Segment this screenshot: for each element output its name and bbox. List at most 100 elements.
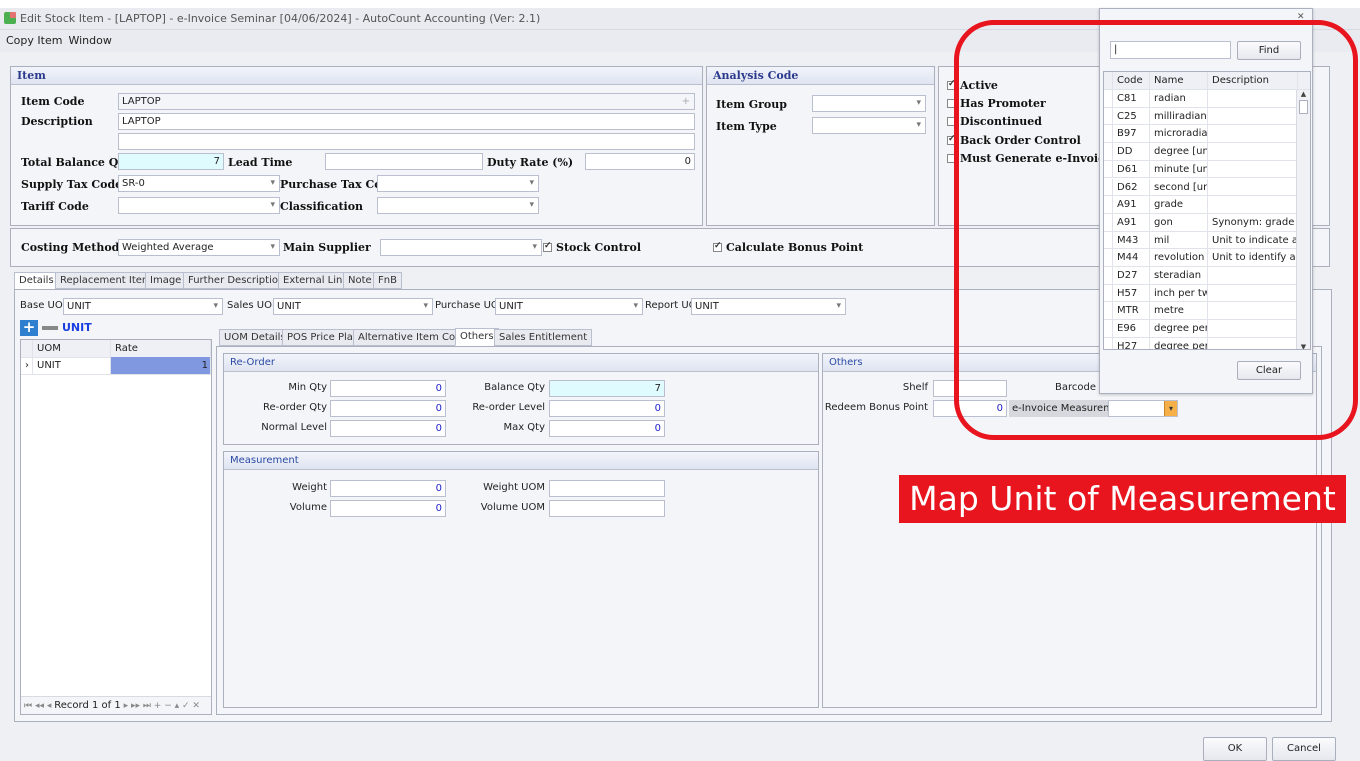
total-balance-qty-field[interactable]: 7	[118, 153, 224, 170]
max-qty-label: Max Qty	[503, 422, 545, 433]
volume-field[interactable]: 0	[330, 500, 446, 517]
purchase-uom-dropdown[interactable]: UNIT	[495, 298, 643, 315]
analysis-code-panel: Analysis Code Item Group Item Type	[706, 66, 935, 226]
nav-next-last-icons[interactable]: ▸ ▸▸ ⏭ + − ▴ ✓ ✕	[121, 701, 200, 711]
volume-uom-label: Volume UOM	[480, 502, 545, 513]
weight-field[interactable]: 0	[330, 480, 446, 497]
item-group-dropdown[interactable]	[812, 95, 926, 112]
calculate-bonus-point-option[interactable]: Calculate Bonus Point	[713, 241, 863, 254]
menu-window[interactable]: Window	[68, 34, 111, 47]
item-type-label: Item Type	[716, 120, 777, 133]
subtab-uom-details[interactable]: UOM Details	[219, 329, 291, 346]
shelf-label: Shelf	[902, 382, 928, 393]
calculate-bonus-point-checkbox[interactable]	[713, 241, 722, 252]
description-field[interactable]: LAPTOP	[118, 113, 695, 130]
current-uom-label: UNIT	[62, 321, 92, 334]
reorder-level-label: Re-order Level	[472, 402, 545, 413]
reorder-level-field[interactable]: 0	[549, 400, 665, 417]
base-uom-dropdown[interactable]: UNIT	[63, 298, 223, 315]
measurement-panel: Measurement Weight 0 Weight UOM Volume 0…	[223, 451, 819, 708]
measurement-title: Measurement	[224, 452, 818, 470]
analysis-code-title: Analysis Code	[707, 67, 934, 85]
stock-control-option[interactable]: Stock Control	[543, 241, 641, 254]
menu-copy-item[interactable]: Copy Item	[6, 34, 62, 47]
min-qty-label: Min Qty	[288, 382, 327, 393]
reorder-panel: Re-Order Min Qty 0 Balance Qty 7 Re-orde…	[223, 353, 819, 445]
tab-fnb[interactable]: FnB	[373, 272, 402, 289]
description-2-field[interactable]	[118, 133, 695, 150]
min-qty-field[interactable]: 0	[330, 380, 446, 397]
supply-tax-code-label: Supply Tax Code	[21, 178, 123, 191]
duty-rate-label: Duty Rate (%)	[487, 156, 574, 169]
sales-uom-dropdown[interactable]: UNIT	[273, 298, 433, 315]
normal-level-field[interactable]: 0	[330, 420, 446, 437]
volume-label: Volume	[289, 502, 327, 513]
balance-qty-field[interactable]: 7	[549, 380, 665, 397]
tab-details[interactable]: Details	[14, 272, 59, 290]
duty-rate-field[interactable]: 0	[585, 153, 695, 170]
ok-button[interactable]: OK	[1203, 737, 1267, 761]
calculate-bonus-point-label: Calculate Bonus Point	[726, 241, 864, 254]
reorder-title: Re-Order	[224, 354, 818, 372]
tab-further-description[interactable]: Further Description	[183, 272, 290, 289]
subtab-pos-price-plan[interactable]: POS Price Plan	[282, 329, 365, 346]
row-selector-header	[21, 340, 33, 357]
subtab-others[interactable]: Others	[455, 328, 499, 346]
lead-time-label: Lead Time	[228, 156, 293, 169]
plus-icon[interactable]: +	[682, 94, 690, 109]
edit-stock-item-window: Edit Stock Item - [LAPTOP] - e-Invoice S…	[0, 8, 1360, 761]
table-row[interactable]: › UNIT 1	[21, 357, 211, 375]
lead-time-field[interactable]	[325, 153, 483, 170]
weight-uom-field[interactable]	[549, 480, 665, 497]
supply-tax-code-dropdown[interactable]: SR-0	[118, 175, 280, 192]
item-type-dropdown[interactable]	[812, 117, 926, 134]
classification-label: Classification	[280, 200, 364, 213]
item-group-label: Item Group	[716, 98, 787, 111]
remove-uom-icon[interactable]	[42, 326, 58, 330]
report-uom-dropdown[interactable]: UNIT	[691, 298, 846, 315]
rate-column-header[interactable]: Rate	[111, 340, 211, 357]
record-navigator[interactable]: ⏮ ◂◂ ◂ Record 1 of 1 ▸ ▸▸ ⏭ + − ▴ ✓ ✕	[21, 696, 211, 714]
uom-grid-header: UOM Rate	[21, 340, 211, 358]
costing-method-label: Costing Method	[21, 241, 120, 254]
tab-image[interactable]: Image	[145, 272, 187, 289]
rate-cell[interactable]: 1	[111, 357, 211, 374]
uom-cell[interactable]: UNIT	[33, 357, 111, 374]
normal-level-label: Normal Level	[261, 422, 327, 433]
stock-control-label: Stock Control	[556, 241, 641, 254]
costing-method-dropdown[interactable]: Weighted Average	[118, 239, 280, 256]
item-code-field[interactable]: LAPTOP +	[118, 93, 695, 110]
highlight-callout	[954, 20, 1358, 440]
record-count: Record 1 of 1	[54, 700, 121, 711]
tariff-code-label: Tariff Code	[21, 200, 89, 213]
subtab-sales-entitlement[interactable]: Sales Entitlement	[494, 329, 593, 346]
item-panel-title: Item	[11, 67, 702, 85]
item-panel: Item Item Code LAPTOP + Description LAPTO…	[10, 66, 703, 226]
add-uom-icon[interactable]: +	[20, 320, 38, 336]
purchase-tax-code-dropdown[interactable]	[377, 175, 539, 192]
item-code-label: Item Code	[21, 95, 85, 108]
window-title: Edit Stock Item - [LAPTOP] - e-Invoice S…	[20, 12, 541, 25]
max-qty-field[interactable]: 0	[549, 420, 665, 437]
uom-grid: UOM Rate › UNIT 1 ⏮ ◂◂ ◂ Record 1 of 1 ▸…	[20, 339, 212, 715]
main-supplier-label: Main Supplier	[283, 241, 371, 254]
uom-column-header[interactable]: UOM	[33, 340, 111, 357]
redeem-bonus-point-label: Redeem Bonus Point	[824, 402, 928, 413]
tariff-code-dropdown[interactable]	[118, 197, 280, 214]
volume-uom-field[interactable]	[549, 500, 665, 517]
app-icon	[4, 12, 16, 24]
tab-external-link[interactable]: External Link	[278, 272, 354, 289]
tab-note[interactable]: Note	[343, 272, 377, 289]
reorder-qty-label: Re-order Qty	[263, 402, 327, 413]
main-supplier-dropdown[interactable]	[380, 239, 542, 256]
item-code-value: LAPTOP	[122, 96, 161, 107]
nav-first-prev-icons[interactable]: ⏮ ◂◂ ◂	[24, 701, 54, 711]
classification-dropdown[interactable]	[377, 197, 539, 214]
total-balance-qty-label: Total Balance Qty	[21, 156, 130, 169]
stock-control-checkbox[interactable]	[543, 241, 552, 252]
reorder-qty-field[interactable]: 0	[330, 400, 446, 417]
weight-uom-label: Weight UOM	[483, 482, 545, 493]
cancel-button[interactable]: Cancel	[1272, 737, 1336, 761]
tab-replacement-item[interactable]: Replacement Item	[55, 272, 157, 289]
row-pointer-icon: ›	[21, 357, 33, 374]
